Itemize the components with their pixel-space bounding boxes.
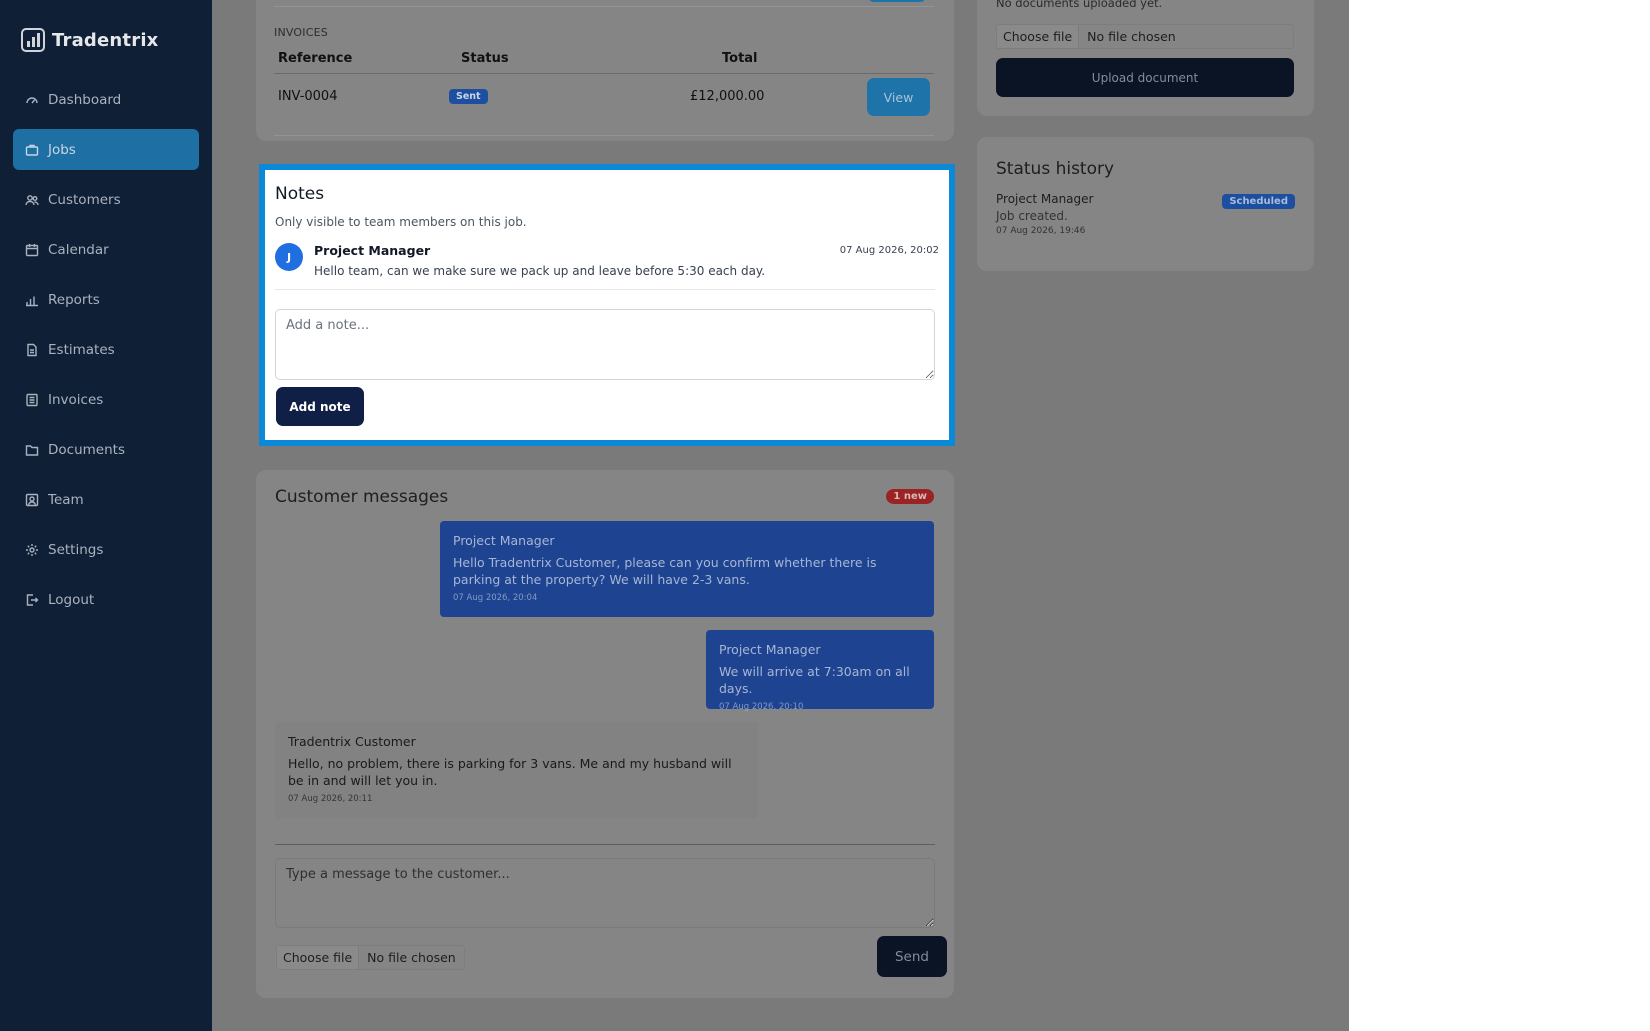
send-button[interactable]: Send bbox=[877, 936, 947, 977]
column-header-total: Total bbox=[722, 51, 758, 66]
status-author: Project Manager bbox=[996, 192, 1094, 206]
sidebar-item-label: Invoices bbox=[48, 391, 104, 408]
dashboard-icon bbox=[25, 93, 39, 107]
column-header-reference: Reference bbox=[278, 51, 353, 66]
choose-file-button[interactable]: Choose file bbox=[277, 946, 360, 969]
column-header-status: Status bbox=[461, 51, 509, 66]
sidebar-item-label: Settings bbox=[48, 541, 104, 558]
invoices-card: INVOICES Reference Status Total INV-0004… bbox=[256, 0, 954, 141]
message-bubble: Tradentrix Customer Hello, no problem, t… bbox=[275, 722, 758, 818]
file-text-icon bbox=[25, 343, 39, 357]
sidebar-item-jobs[interactable]: Jobs bbox=[13, 129, 199, 170]
sidebar-item-reports[interactable]: Reports bbox=[13, 279, 199, 320]
message-time: 07 Aug 2026, 20:11 bbox=[288, 794, 373, 804]
notes-title: Notes bbox=[275, 184, 325, 204]
users-icon bbox=[25, 193, 39, 207]
message-author: Project Manager bbox=[453, 533, 555, 548]
message-text: We will arrive at 7:30am on all days. bbox=[719, 664, 910, 696]
app-name: Tradentrix bbox=[52, 29, 159, 51]
sidebar-item-invoices[interactable]: Invoices bbox=[13, 379, 199, 420]
sidebar-item-customers[interactable]: Customers bbox=[13, 179, 199, 220]
note-time: 07 Aug 2026, 20:02 bbox=[839, 245, 939, 256]
message-time: 07 Aug 2026, 20:04 bbox=[453, 593, 538, 603]
briefcase-icon bbox=[25, 143, 39, 157]
message-time: 07 Aug 2026, 20:10 bbox=[719, 702, 804, 712]
notes-card: Notes Only visible to team members on th… bbox=[259, 164, 955, 446]
message-author: Project Manager bbox=[719, 642, 821, 657]
note-input[interactable] bbox=[275, 309, 935, 380]
sidebar-item-label: Jobs bbox=[48, 141, 76, 158]
gear-icon bbox=[25, 543, 39, 557]
logout-icon bbox=[25, 593, 39, 607]
upload-document-button[interactable]: Upload document bbox=[996, 58, 1294, 97]
main-content: INVOICES Reference Status Total INV-0004… bbox=[212, 0, 1349, 1031]
documents-empty-text: No documents uploaded yet. bbox=[996, 0, 1163, 10]
customer-message-input[interactable] bbox=[275, 858, 935, 928]
sidebar-item-label: Dashboard bbox=[48, 91, 122, 108]
status-history-card: Status history Project Manager Job creat… bbox=[977, 137, 1314, 271]
sidebar-item-logout[interactable]: Logout bbox=[13, 579, 199, 620]
documents-card: No documents uploaded yet. Choose file N… bbox=[977, 0, 1314, 116]
file-status: No file chosen bbox=[367, 950, 456, 965]
message-file-picker[interactable]: Choose file No file chosen bbox=[276, 945, 465, 970]
sidebar-item-label: Reports bbox=[48, 291, 100, 308]
invoice-total: £12,000.00 bbox=[690, 89, 765, 104]
status-history-title: Status history bbox=[996, 159, 1115, 179]
divider bbox=[274, 73, 934, 74]
view-invoice-button[interactable]: View bbox=[867, 78, 930, 116]
sidebar-item-calendar[interactable]: Calendar bbox=[13, 229, 199, 270]
message-bubble: Project Manager Hello Tradentrix Custome… bbox=[440, 521, 934, 617]
document-file-picker[interactable]: Choose file No file chosen bbox=[996, 24, 1294, 49]
message-text: Hello Tradentrix Customer, please can yo… bbox=[453, 555, 877, 587]
calendar-icon bbox=[25, 243, 39, 257]
choose-file-button[interactable]: Choose file bbox=[997, 25, 1080, 48]
sidebar-item-documents[interactable]: Documents bbox=[13, 429, 199, 470]
divider bbox=[274, 135, 934, 136]
note-author: Project Manager bbox=[314, 243, 431, 258]
status-badge: Sent bbox=[449, 89, 488, 104]
invoice-reference[interactable]: INV-0004 bbox=[278, 89, 337, 104]
sidebar-item-dashboard[interactable]: Dashboard bbox=[13, 79, 199, 120]
notes-subtitle: Only visible to team members on this job… bbox=[275, 215, 527, 229]
sidebar: Tradentrix Dashboard Jobs Customers Cale… bbox=[0, 0, 212, 1031]
message-bubble: Project Manager We will arrive at 7:30am… bbox=[706, 630, 934, 712]
status-badge: Scheduled bbox=[1222, 194, 1295, 209]
sidebar-item-settings[interactable]: Settings bbox=[13, 529, 199, 570]
file-status: No file chosen bbox=[1087, 29, 1176, 44]
message-text: Hello, no problem, there is parking for … bbox=[288, 756, 732, 788]
sidebar-item-label: Calendar bbox=[48, 241, 109, 258]
divider bbox=[275, 289, 935, 290]
invoices-section-label: INVOICES bbox=[274, 26, 328, 39]
new-messages-badge: 1 new bbox=[886, 489, 934, 504]
sidebar-item-label: Logout bbox=[48, 591, 95, 608]
divider bbox=[274, 6, 934, 7]
sidebar-nav: Dashboard Jobs Customers Calendar Report… bbox=[13, 79, 199, 629]
list-icon bbox=[25, 393, 39, 407]
top-action-button[interactable] bbox=[868, 0, 926, 2]
add-note-button[interactable]: Add note bbox=[276, 387, 364, 426]
folder-icon bbox=[25, 443, 39, 457]
status-text: Job created. bbox=[996, 209, 1068, 223]
sidebar-item-label: Team bbox=[48, 491, 84, 508]
sidebar-item-label: Documents bbox=[48, 441, 125, 458]
logo-icon bbox=[21, 28, 45, 52]
id-card-icon bbox=[25, 493, 39, 507]
customer-messages-card: Customer messages 1 new Project Manager … bbox=[256, 470, 954, 998]
sidebar-item-team[interactable]: Team bbox=[13, 479, 199, 520]
avatar: J bbox=[275, 243, 303, 271]
customer-messages-title: Customer messages bbox=[275, 487, 449, 507]
sidebar-item-label: Customers bbox=[48, 191, 121, 208]
app-logo[interactable]: Tradentrix bbox=[21, 28, 159, 52]
bar-chart-icon bbox=[25, 293, 39, 307]
status-time: 07 Aug 2026, 19:46 bbox=[996, 226, 1086, 236]
sidebar-item-label: Estimates bbox=[48, 341, 115, 358]
divider bbox=[275, 844, 935, 845]
note-text: Hello team, can we make sure we pack up … bbox=[314, 264, 766, 278]
sidebar-item-estimates[interactable]: Estimates bbox=[13, 329, 199, 370]
message-author: Tradentrix Customer bbox=[288, 734, 416, 749]
